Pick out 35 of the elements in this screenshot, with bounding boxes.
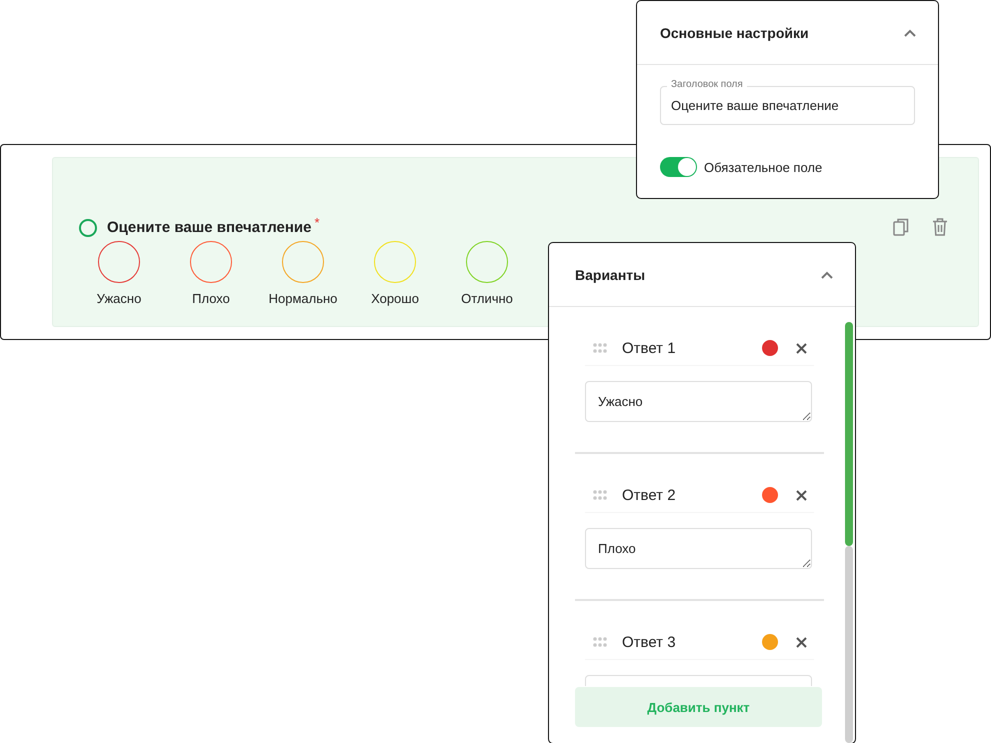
chevron-up-icon[interactable] <box>821 270 833 278</box>
rating-label: Ужасно <box>96 291 142 306</box>
panel-title: Основные настройки <box>660 24 809 40</box>
color-dot[interactable] <box>762 487 778 503</box>
answer-label: Ответ 1 <box>622 340 677 356</box>
rating-circle[interactable] <box>466 241 508 283</box>
rating-label: Плохо <box>192 291 230 306</box>
copy-icon[interactable] <box>893 218 909 236</box>
toggle-label: Обязательное поле <box>704 160 822 174</box>
drag-handle-icon[interactable] <box>593 637 609 647</box>
rating-label: Отлично <box>461 291 513 306</box>
drag-handle-icon[interactable] <box>593 343 609 353</box>
close-icon[interactable] <box>796 342 807 354</box>
answer-label: Ответ 3 <box>622 634 677 650</box>
scrollbar-thumb[interactable] <box>845 322 853 546</box>
panel-title: Варианты <box>575 266 646 282</box>
rating-circle[interactable] <box>98 241 140 283</box>
close-icon[interactable] <box>796 490 807 500</box>
answer-input-field[interactable]: Ужасно <box>585 381 812 422</box>
answer-input-field[interactable]: Плохо <box>585 528 812 569</box>
answer-label: Ответ 2 <box>622 486 677 504</box>
question-title: Оцените ваше впечатление <box>107 219 312 236</box>
color-dot[interactable] <box>762 634 778 650</box>
rating-label: Нормально <box>268 291 338 306</box>
rating-circle[interactable] <box>282 241 324 283</box>
chevron-up-icon[interactable] <box>904 28 916 36</box>
color-dot[interactable] <box>762 340 778 356</box>
trash-icon[interactable] <box>932 218 948 236</box>
drag-handle-icon[interactable] <box>593 490 609 500</box>
rating-circle[interactable] <box>190 241 232 283</box>
required-toggle[interactable] <box>660 157 697 177</box>
rating-label: Хорошо <box>371 291 419 306</box>
close-icon[interactable] <box>796 636 807 648</box>
radio-circle-icon <box>79 219 97 237</box>
required-asterisk: * <box>314 215 320 230</box>
